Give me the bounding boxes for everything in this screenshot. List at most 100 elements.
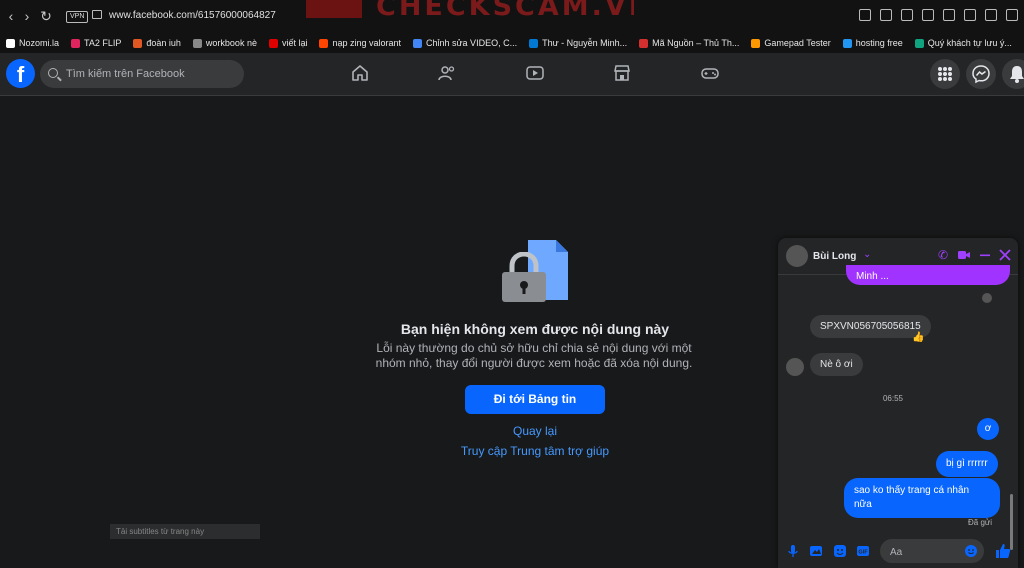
gaming-icon[interactable] — [700, 63, 720, 83]
message-text: nữa — [854, 499, 872, 510]
bookmark-favicon — [842, 38, 852, 48]
extension-icon[interactable] — [943, 9, 955, 21]
bookmark[interactable]: viết lại — [268, 38, 308, 48]
chat-scrollbar[interactable] — [1009, 276, 1014, 550]
photo-icon[interactable] — [809, 544, 823, 558]
video-call-icon[interactable] — [957, 248, 971, 262]
facebook-logo[interactable]: f — [6, 59, 35, 88]
error-description: Lỗi này thường do chủ sở hữu chỉ chia sẻ… — [352, 341, 716, 371]
watermark-text: CHECKSCAM.VN — [376, 0, 634, 18]
bookmark-label: viết lại — [281, 38, 308, 48]
bookmark[interactable]: Chỉnh sửa VIDEO, C... — [413, 38, 517, 48]
bookmark-label: Gamepad Tester — [764, 38, 831, 48]
microphone-icon[interactable] — [786, 544, 800, 558]
gif-icon[interactable]: GIF — [856, 544, 870, 558]
message-status: Đã gửi — [968, 518, 993, 527]
search-icon — [48, 68, 58, 78]
bookmark-favicon — [192, 38, 202, 48]
search-placeholder: Tìm kiếm trên Facebook — [66, 68, 185, 80]
bookmark-favicon — [133, 38, 143, 48]
extension-icon[interactable] — [859, 9, 871, 21]
subtitle-extension-bar[interactable]: Tải subtitles từ trang này — [110, 524, 260, 539]
chevron-down-icon[interactable]: ⌄ — [863, 249, 871, 260]
bookmark-favicon — [319, 38, 329, 48]
bookmark-label: workbook nè — [205, 38, 257, 48]
message-input[interactable] — [888, 542, 964, 562]
address-bar[interactable]: www.facebook.com/61576000064827 — [109, 10, 276, 21]
avatar — [786, 358, 804, 376]
bookmark[interactable]: Quý khách tự lưu ý... — [914, 38, 1012, 48]
received-message[interactable]: Nè ô ơi — [810, 353, 863, 376]
reaction-icon[interactable]: 👍 — [912, 332, 924, 343]
vpn-badge[interactable]: VPN — [66, 11, 89, 23]
notifications-icon[interactable] — [1002, 59, 1024, 89]
home-icon[interactable] — [350, 63, 370, 83]
bookmark-label: Thư - Nguyễn Minh... — [542, 38, 628, 48]
forward-arrow-icon[interactable]: › — [20, 9, 34, 23]
bookmark-label: TA2 FLIP — [84, 38, 122, 48]
avatar[interactable] — [786, 245, 808, 267]
back-arrow-icon[interactable]: ‹ — [4, 9, 18, 23]
extension-icon[interactable] — [1006, 9, 1018, 21]
bookmark[interactable]: Thư - Nguyễn Minh... — [529, 38, 627, 48]
thumbs-up-icon[interactable] — [994, 542, 1012, 560]
close-icon[interactable] — [998, 248, 1012, 262]
bookmark[interactable]: TA2 FLIP — [71, 38, 121, 48]
bookmark-favicon — [914, 38, 924, 48]
search-input[interactable]: Tìm kiếm trên Facebook — [40, 60, 244, 88]
bookmark-favicon — [268, 38, 278, 48]
bookmark[interactable]: Gamepad Tester — [751, 38, 831, 48]
bookmark-label: Chỉnh sửa VIDEO, C... — [426, 38, 518, 48]
sticker-icon[interactable] — [833, 544, 847, 558]
minimize-icon[interactable] — [978, 248, 992, 262]
bookmark[interactable]: Nozomi.la — [6, 38, 59, 48]
chat-contact-name[interactable]: Bùi Long — [813, 251, 856, 262]
bookmark-favicon — [71, 38, 81, 48]
marketplace-icon[interactable] — [612, 63, 632, 83]
bookmark-label: Nozomi.la — [19, 38, 60, 48]
extension-icon[interactable] — [901, 9, 913, 21]
bookmark-label: nạp zing valorant — [332, 38, 402, 48]
extension-icon[interactable] — [985, 9, 997, 21]
lock-icon[interactable] — [92, 10, 102, 19]
bookmark[interactable]: hosting free — [842, 38, 903, 48]
extension-icon[interactable] — [880, 9, 892, 21]
bookmark[interactable]: Mã Nguồn – Thủ Th... — [639, 38, 739, 48]
menu-grid-icon[interactable] — [930, 59, 960, 89]
bookmark-favicon — [529, 38, 539, 48]
video-icon[interactable] — [525, 63, 545, 83]
bookmark-favicon — [751, 38, 761, 48]
svg-text:GIF: GIF — [858, 550, 868, 556]
bookmarks-bar: Nozomi.la TA2 FLIP đoàn iuh workbook nè … — [0, 33, 1024, 53]
seen-avatar — [982, 293, 992, 303]
bookmark[interactable]: nạp zing valorant — [319, 38, 401, 48]
extension-icon[interactable] — [922, 9, 934, 21]
bookmark-favicon — [413, 38, 423, 48]
bookmark[interactable]: workbook nè — [192, 38, 257, 48]
sent-message[interactable]: bị gì rrrrrr — [936, 451, 998, 477]
message-text: sao ko thấy trang cá nhân — [854, 485, 970, 496]
message-list: Minh ... SPXVN056705056815 👍 Nè ô ơi 06:… — [778, 265, 1018, 531]
bookmark-favicon — [639, 38, 649, 48]
browser-toolbar: ‹ › ↻ VPN www.facebook.com/6157600006482… — [0, 0, 1024, 33]
bookmark-favicon — [6, 38, 15, 48]
sent-message[interactable]: Minh ... — [846, 265, 1010, 285]
extension-icons — [859, 9, 1018, 21]
watermark: CHECKSCAM.VN — [306, 0, 634, 18]
message-input-wrapper — [880, 539, 984, 563]
bookmark[interactable]: đoàn iuh — [133, 38, 181, 48]
phone-icon[interactable]: ✆ — [936, 248, 950, 262]
reload-icon[interactable]: ↻ — [39, 9, 53, 23]
bookmark-label: Mã Nguồn – Thủ Th... — [652, 38, 740, 48]
extension-icon[interactable] — [964, 9, 976, 21]
go-to-feed-button[interactable]: Đi tới Bảng tin — [465, 385, 605, 414]
emoji-icon[interactable] — [964, 544, 978, 558]
bookmark-label: hosting free — [855, 38, 903, 48]
messenger-icon[interactable] — [966, 59, 996, 89]
sent-message[interactable]: ơ — [977, 418, 999, 440]
sent-message[interactable]: sao ko thấy trang cá nhân nữa — [844, 478, 1000, 518]
facebook-navbar: f Tìm kiếm trên Facebook — [0, 53, 1024, 96]
friends-icon[interactable] — [437, 63, 457, 83]
message-timestamp: 06:55 — [882, 394, 904, 403]
watermark-logo — [306, 0, 362, 18]
